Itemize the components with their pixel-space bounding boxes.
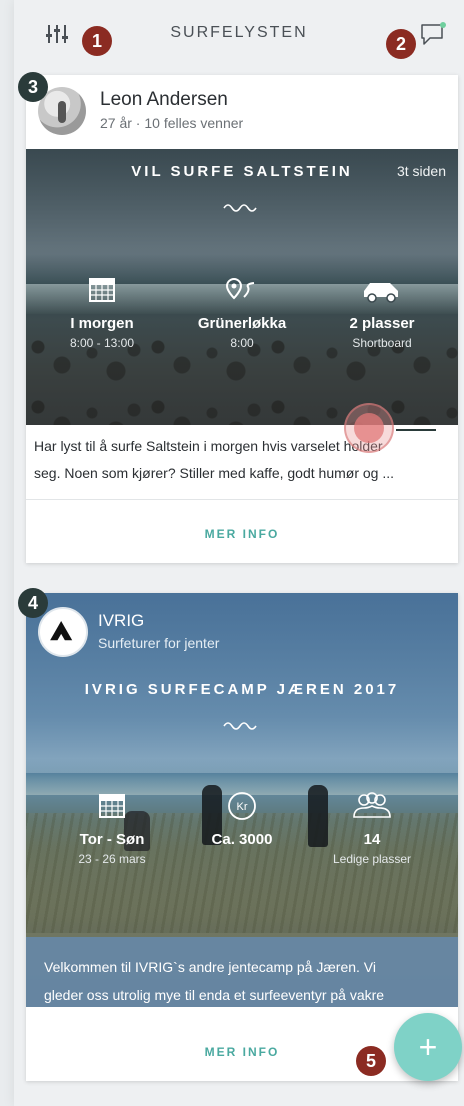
info-seats-sub: Shortboard xyxy=(352,336,412,350)
info-seats-main: 2 plasser xyxy=(349,315,415,332)
squiggle-divider-icon xyxy=(223,722,257,730)
user-name[interactable]: Leon Andersen xyxy=(100,89,228,111)
info-date: I morgen 8:00 - 13:00 xyxy=(32,275,172,350)
post-header: Leon Andersen 27 år · 10 felles venner xyxy=(26,75,458,149)
info-spots-main: 14 xyxy=(363,831,381,848)
callout-pointer-line xyxy=(396,429,436,431)
info-location: Grünerløkka 8:00 xyxy=(172,275,312,350)
post-description-line: seg. Noen som kjører? Stiller med kaffe,… xyxy=(34,465,395,481)
event-card[interactable]: IVRIG Surfeturer for jenter IVRIG SURFEC… xyxy=(26,593,458,1081)
info-seats: 2 plasser Shortboard xyxy=(312,275,452,350)
calendar-icon xyxy=(99,794,125,818)
info-date-sub: 8:00 - 13:00 xyxy=(69,336,135,350)
event-description: Velkommen til IVRIG`s andre jentecamp på… xyxy=(44,953,444,1007)
car-icon xyxy=(364,283,398,303)
event-description-line: Velkommen til IVRIG`s andre jentecamp på… xyxy=(44,959,377,975)
info-price-main: Ca. 3000 xyxy=(211,831,273,848)
event-title: IVRIG SURFECAMP JÆREN 2017 xyxy=(84,681,400,698)
info-location-sub: 8:00 xyxy=(230,336,254,350)
info-date-main: I morgen xyxy=(70,315,134,332)
org-logo[interactable] xyxy=(38,607,88,657)
callout-badge-2: 2 xyxy=(386,29,416,59)
user-meta: 27 år · 10 felles venner xyxy=(100,115,244,131)
kr-coin-icon: Kr xyxy=(228,792,256,820)
info-price: Kr Ca. 3000 xyxy=(172,791,312,848)
post-hero-image[interactable]: 3t siden VIL SURFE SALTSTEIN I morgen 8:… xyxy=(26,149,458,425)
group-icon xyxy=(353,792,391,818)
event-description-line: gleder oss utrolig mye til enda et surfe… xyxy=(44,987,385,1003)
touch-indicator xyxy=(344,403,394,453)
org-name[interactable]: IVRIG xyxy=(98,611,144,631)
info-location-main: Grünerløkka xyxy=(197,315,287,332)
event-hero-image[interactable]: IVRIG Surfeturer for jenter IVRIG SURFEC… xyxy=(26,593,458,1007)
post-card[interactable]: Leon Andersen 27 år · 10 felles venner 3… xyxy=(26,75,458,563)
calendar-icon xyxy=(89,278,115,302)
info-date-sub: 23 - 26 mars xyxy=(78,852,146,866)
post-title: VIL SURFE SALTSTEIN xyxy=(131,163,353,180)
ivrig-logo-icon xyxy=(50,620,73,641)
info-date: Tor - Søn 23 - 26 mars xyxy=(42,791,182,866)
info-spots-sub: Ledige plasser xyxy=(332,852,412,866)
callout-badge-3: 3 xyxy=(18,72,48,102)
callout-badge-4: 4 xyxy=(18,588,48,618)
org-subtitle: Surfeturer for jenter xyxy=(98,635,220,651)
squiggle-divider-icon xyxy=(223,204,257,212)
more-info-link[interactable]: MER INFO xyxy=(26,527,458,541)
route-pin-icon xyxy=(225,277,255,300)
info-date-main: Tor - Søn xyxy=(79,831,145,848)
divider xyxy=(26,499,458,500)
svg-text:Kr: Kr xyxy=(237,801,248,813)
callout-badge-1: 1 xyxy=(82,26,112,56)
callout-badge-5: 5 xyxy=(356,1046,386,1076)
info-spots: 14 Ledige plasser xyxy=(302,791,442,866)
add-post-button[interactable]: + xyxy=(394,1013,462,1081)
chat-bubble-icon[interactable] xyxy=(418,20,448,48)
